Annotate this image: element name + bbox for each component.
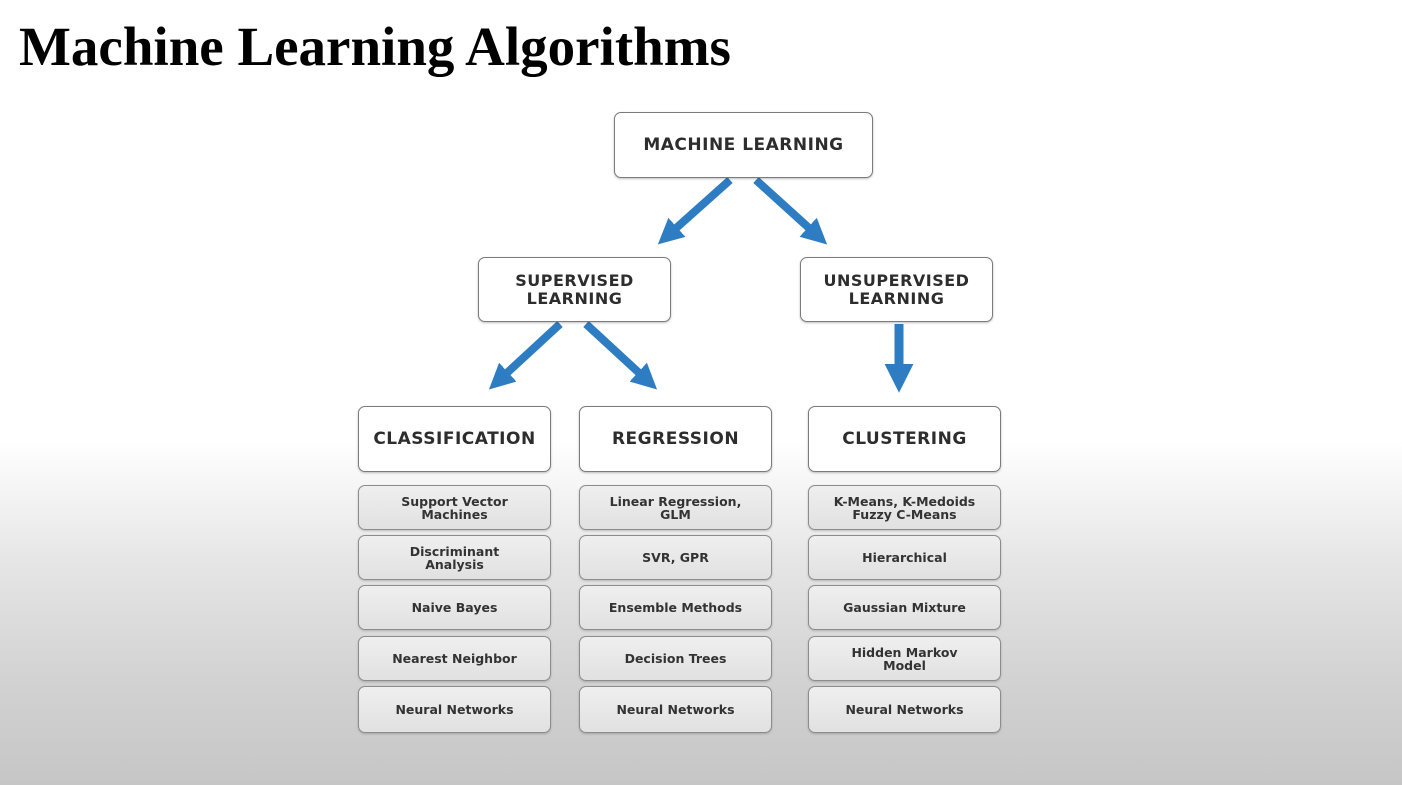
regression-item: Linear Regression, GLM: [579, 485, 772, 530]
arrow-supervised-to-regression: [583, 321, 658, 390]
classification-item: Nearest Neighbor: [358, 636, 551, 681]
item-line: Linear Regression,: [609, 493, 742, 509]
clustering-item: Gaussian Mixture: [808, 585, 1001, 630]
item-line: Neural Networks: [395, 702, 514, 717]
item-line: Nearest Neighbor: [392, 651, 517, 666]
item-line: Discriminant: [409, 543, 500, 559]
unsupervised-label-line1: UNSUPERVISED: [823, 270, 970, 290]
regression-item: Decision Trees: [579, 636, 772, 681]
clustering-item: Hierarchical: [808, 535, 1001, 580]
item-line: Ensemble Methods: [608, 600, 743, 615]
arrow-root-to-supervised: [657, 177, 733, 245]
supervised-label-line2: LEARNING: [526, 288, 623, 308]
regression-item: Neural Networks: [579, 686, 772, 733]
classification-item: Support Vector Machines: [358, 485, 551, 530]
item-line: Hierarchical: [862, 550, 947, 565]
item-line: Gaussian Mixture: [843, 600, 966, 615]
unsupervised-label-line2: LEARNING: [848, 288, 945, 308]
arrow-supervised-to-classification: [488, 321, 563, 390]
classification-item: Naive Bayes: [358, 585, 551, 630]
item-line: GLM: [660, 506, 691, 522]
item-line: Analysis: [425, 556, 484, 572]
classification-item: Discriminant Analysis: [358, 535, 551, 580]
supervised-learning-node: SUPERVISED LEARNING: [478, 257, 671, 322]
regression-label: REGRESSION: [611, 429, 740, 449]
regression-item: SVR, GPR: [579, 535, 772, 580]
item-line: Naive Bayes: [411, 600, 498, 615]
classification-label: CLASSIFICATION: [373, 429, 536, 449]
item-line: Fuzzy C-Means: [852, 506, 957, 522]
item-line: Hidden Markov: [851, 644, 958, 660]
regression-node: REGRESSION: [579, 406, 772, 472]
classification-item: Neural Networks: [358, 686, 551, 733]
clustering-item: Neural Networks: [808, 686, 1001, 733]
item-line: SVR, GPR: [642, 550, 709, 565]
machine-learning-node: MACHINE LEARNING: [614, 112, 873, 178]
item-line: Decision Trees: [624, 651, 727, 666]
item-line: Neural Networks: [845, 702, 964, 717]
item-line: Neural Networks: [616, 702, 735, 717]
item-line: Machines: [421, 506, 488, 522]
clustering-item: Hidden Markov Model: [808, 636, 1001, 681]
supervised-label-line1: SUPERVISED: [515, 270, 634, 290]
clustering-item: K-Means, K-Medoids Fuzzy C-Means: [808, 485, 1001, 530]
regression-item: Ensemble Methods: [579, 585, 772, 630]
classification-node: CLASSIFICATION: [358, 406, 551, 472]
clustering-node: CLUSTERING: [808, 406, 1001, 472]
machine-learning-label: MACHINE LEARNING: [643, 135, 844, 155]
item-line: K-Means, K-Medoids: [833, 493, 976, 509]
unsupervised-learning-node: UNSUPERVISED LEARNING: [800, 257, 993, 322]
item-line: Support Vector: [401, 493, 508, 509]
clustering-label: CLUSTERING: [842, 429, 967, 449]
item-line: Model: [883, 657, 926, 673]
arrow-root-to-unsupervised: [753, 177, 828, 245]
